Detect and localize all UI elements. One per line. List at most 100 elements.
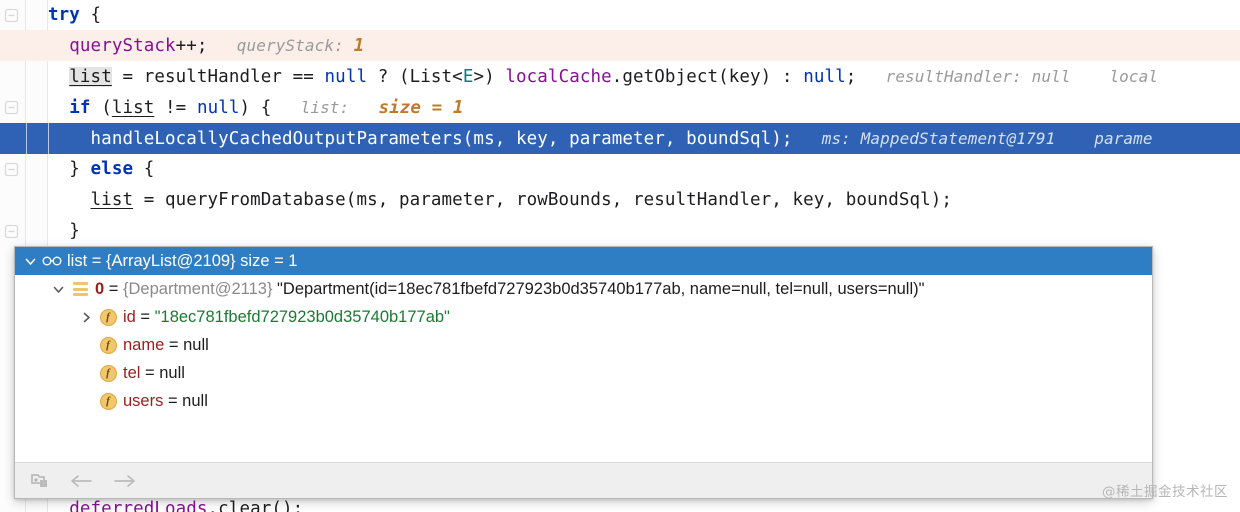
line-handle-locally-cached[interactable]: handleLocallyCachedOutputParameters(ms, … [0,123,1240,154]
field-icon: f [97,331,119,359]
tree-row-label: list = {ArrayList@2109} size = 1 [67,252,297,271]
code-token: E [462,67,474,87]
code-token: ? (List< [367,67,463,87]
field-icon: f [97,303,119,331]
array-list-icon [69,275,91,303]
tree-token: = [140,363,160,382]
tree-token: name [123,335,165,354]
code-token: ) { [239,98,272,118]
tree-token: id [123,307,136,326]
code-token: ( [90,98,112,118]
code-token: null [324,67,368,87]
tree-row-label: users = null [123,392,208,411]
tree-twisty-empty [75,331,97,359]
row-field-id[interactable]: f id = "18ec781fbefd727923b0d35740b177ab" [15,303,1152,331]
fold-region-icon[interactable] [4,224,19,239]
line-list-assign[interactable]: list = resultHandler == null ? (List<E>)… [0,61,1240,92]
fold-region-icon[interactable] [4,100,19,115]
code-token: list: [271,98,379,117]
tree-token: = [164,335,184,354]
tree-twisty-empty [75,387,97,415]
code-line-text: queryStack++; queryStack: 1 [48,30,364,62]
row-list[interactable]: list = {ArrayList@2109} size = 1 [15,247,1152,275]
line-close-brace[interactable]: } [0,216,1240,247]
tree-token: "18ec781fbefd727923b0d35740b177ab" [154,307,450,326]
chevron-right-icon[interactable] [75,303,97,331]
code-token: queryStack [69,36,176,56]
arrow-left-icon[interactable] [69,469,95,493]
tree-token: size = 1 [235,251,298,270]
tree-token: = [87,251,106,270]
tree-token: "Department(id=18ec781fbefd727923b0d3574… [272,279,925,298]
code-token: = queryFromDatabase(ms, parameter, rowBo… [133,190,953,210]
code-token: if [69,98,91,118]
field-icon: f [97,359,119,387]
code-token: .clear(); [207,499,304,512]
code-token: try [48,5,80,25]
code-line-text: } [48,216,80,247]
fold-region-icon[interactable] [4,8,19,23]
code-token: } [48,221,80,241]
row-field-tel[interactable]: f tel = null [15,359,1152,387]
code-token: } [48,159,91,179]
tree-token: null [182,391,208,410]
code-line-text: list = resultHandler == null ? (List<E>)… [48,61,1158,93]
code-line-text: try { [48,0,101,31]
code-token: ; [845,67,857,87]
code-token: handleLocallyCachedOutputParameters(ms, … [48,129,793,149]
code-token: 1 [353,36,365,56]
tree-token: 0 [95,279,105,298]
tree-token: users [123,391,164,410]
tree-token: null [183,335,209,354]
code-token: { [133,159,155,179]
line-querystack[interactable]: queryStack++; queryStack: 1 [0,30,1240,61]
tree-token: = [163,391,183,410]
chevron-down-icon[interactable] [19,247,41,275]
code-token: >) [473,67,506,87]
code-token: = resultHandler == [111,67,325,87]
field-icon: f [97,387,119,415]
line-try[interactable]: try { [0,0,1240,31]
code-token: resultHandler: null local [856,67,1159,86]
variables-tree[interactable]: list = {ArrayList@2109} size = 1 0 = {Dep… [15,247,1152,462]
code-line-text: } else { [48,154,154,185]
tree-token: = [135,307,155,326]
line-query-from-database[interactable]: list = queryFromDatabase(ms, parameter, … [0,185,1240,216]
code-line-text: if (list != null) { list: size = 1 [48,92,464,124]
code-token: ++; [175,36,208,56]
fold-region-icon[interactable] [4,162,19,177]
code-token: queryStack: [207,36,354,55]
debugger-value-popup[interactable]: list = {ArrayList@2109} size = 1 0 = {Dep… [14,246,1153,499]
tree-row-label: tel = null [123,364,185,383]
tree-token: tel [123,363,141,382]
code-token: list [69,67,112,87]
code-token: size = 1 [378,98,464,118]
line-else[interactable]: } else { [0,154,1240,185]
row-field-name[interactable]: f name = null [15,331,1152,359]
chevron-down-icon[interactable] [47,275,69,303]
tree-row-label: id = "18ec781fbefd727923b0d35740b177ab" [123,308,450,327]
line-if[interactable]: if (list != null) { list: size = 1 [0,92,1240,123]
tree-token: null [159,363,185,382]
tree-row-label: 0 = {Department@2113} "Department(id=18e… [95,280,925,299]
code-token: null [803,67,846,87]
tree-token: list [67,251,88,270]
code-token: localCache [505,67,612,87]
row-field-users[interactable]: f users = null [15,387,1152,415]
row-index-0[interactable]: 0 = {Department@2113} "Department(id=18e… [15,275,1152,303]
tree-row-label: name = null [123,336,209,355]
arrow-right-icon[interactable] [111,469,137,493]
popup-toolbar[interactable] [15,462,1152,498]
code-token: != [154,98,197,118]
add-to-watches-icon[interactable] [27,469,53,493]
code-token: list [111,98,155,118]
watch-glasses-icon [41,247,63,275]
